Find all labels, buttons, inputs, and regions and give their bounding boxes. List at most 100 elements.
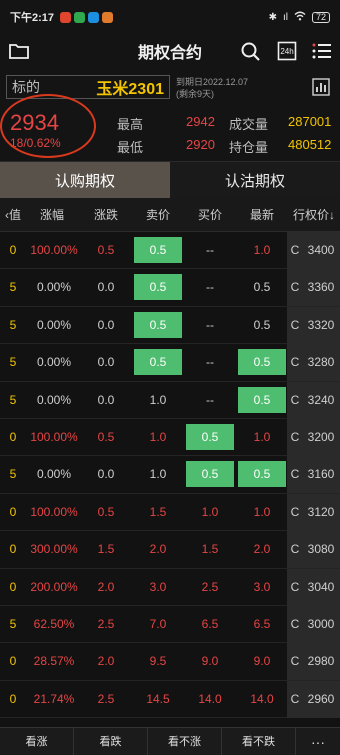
cell-option-type: C — [290, 392, 300, 407]
low-value: 2920 — [186, 137, 215, 152]
cell-last-highlight: 0.5 — [238, 461, 286, 488]
app-notification-icon — [88, 11, 100, 23]
status-bar: 下午2:17 ✱ ıl 72 — [0, 0, 340, 34]
cell-strike: 3000 — [307, 617, 335, 631]
cell-change: 0.5 — [97, 430, 115, 444]
table-row[interactable]: 5 0.00% 0.0 0.5 -- 0.5 C 3360 — [0, 269, 340, 307]
cell-bid: 1.5 — [201, 542, 219, 557]
cell-bid: -- — [206, 355, 214, 370]
cell-change-pct: 0.00% — [36, 467, 72, 482]
cell-strike: 3080 — [307, 542, 335, 557]
cell-option-type: C — [290, 691, 300, 706]
bearish-button[interactable]: 看跌 — [74, 727, 148, 755]
app-notification-icon — [74, 11, 86, 23]
table-row[interactable]: 0 300.00% 1.5 2.0 1.5 2.0 C 3080 — [0, 531, 340, 569]
cell-option-type: C — [290, 617, 300, 631]
table-row[interactable]: 5 0.00% 0.0 1.0 -- 0.5 C 3240 — [0, 381, 340, 419]
cell-change: 0.0 — [97, 355, 115, 370]
search-icon[interactable] — [240, 41, 262, 61]
cell-strike: 3360 — [307, 280, 335, 295]
cell-ask: 2.0 — [149, 542, 167, 557]
cell-change: 2.5 — [97, 691, 115, 706]
cell-value: 5 — [9, 280, 17, 295]
cell-bid: 14.0 — [198, 691, 222, 706]
not-bearish-button[interactable]: 看不跌 — [222, 727, 296, 755]
table-row[interactable]: 5 62.50% 2.5 7.0 6.5 6.5 C 3000 — [0, 606, 340, 644]
table-row[interactable]: 5 0.00% 0.0 0.5 -- 0.5 C 3320 — [0, 306, 340, 345]
table-row[interactable]: 0 200.00% 2.0 3.0 2.5 3.0 C 3040 — [0, 568, 340, 606]
cell-option-type: C — [290, 654, 300, 669]
table-row[interactable]: 0 100.00% 0.5 1.0 0.5 1.0 C 3200 — [0, 419, 340, 457]
option-type-tabs: 认购期权 认沽期权 — [0, 162, 340, 198]
cell-change-pct: 200.00% — [30, 579, 78, 594]
cell-change-pct: 21.74% — [33, 691, 75, 706]
cell-bid: -- — [206, 392, 214, 407]
24h-icon[interactable]: 24h — [277, 41, 297, 61]
bullish-button[interactable]: 看涨 — [0, 727, 74, 755]
col-header-last[interactable]: 最新 — [236, 198, 288, 232]
cell-change-pct: 0.00% — [36, 280, 72, 295]
page-title: 期权合约 — [137, 45, 202, 62]
cell-last: 0.5 — [253, 317, 271, 332]
cell-strike: 3280 — [307, 355, 335, 370]
nav-bar: 期权合约 24h — [0, 34, 340, 68]
cell-last: 9.0 — [253, 654, 271, 669]
cell-option-type: C — [290, 430, 300, 444]
tab-put-options[interactable]: 认沽期权 — [170, 162, 340, 198]
cell-value: 5 — [9, 467, 17, 482]
col-header-value[interactable]: ‹值 — [0, 198, 26, 232]
cell-strike: 3200 — [307, 430, 335, 444]
cell-bid: 1.0 — [201, 504, 219, 519]
folder-icon[interactable] — [8, 41, 30, 61]
table-row[interactable]: 0 28.57% 2.0 9.5 9.0 9.0 C 2980 — [0, 643, 340, 681]
cell-strike: 3400 — [307, 243, 335, 257]
cell-last: 3.0 — [253, 579, 271, 594]
cell-ask: 1.0 — [149, 392, 167, 407]
cell-strike: 3240 — [307, 392, 335, 407]
table-row[interactable]: 5 0.00% 0.0 1.0 0.5 0.5 C 3160 — [0, 456, 340, 494]
table-header: ‹值 涨幅 涨跌 卖价 买价 最新 行权价↓ — [0, 198, 340, 232]
table-row[interactable]: 0 100.00% 0.5 1.5 1.0 1.0 C 3120 — [0, 493, 340, 532]
low-label: 最低 — [117, 140, 144, 155]
cell-change: 2.0 — [97, 654, 115, 669]
cell-value: 5 — [9, 617, 17, 631]
more-icon[interactable]: ··· — [296, 734, 340, 750]
cell-change-pct: 0.00% — [36, 392, 72, 407]
cell-change-pct: 28.57% — [33, 654, 75, 669]
table-row[interactable]: 5 0.00% 0.0 0.5 -- 0.5 C 3280 — [0, 344, 340, 382]
col-header-change-pct[interactable]: 涨幅 — [26, 198, 78, 232]
cell-last: 1.0 — [253, 430, 271, 444]
col-header-change[interactable]: 涨跌 — [82, 198, 130, 232]
options-table: 0 100.00% 0.5 0.5 -- 1.0 C 3400 5 0.00% 0.0 0.5 -- 0.… — [0, 232, 340, 719]
cell-last: 14.0 — [250, 691, 274, 706]
menu-icon[interactable] — [311, 41, 333, 61]
cell-change: 0.0 — [97, 317, 115, 332]
cell-value: 0 — [9, 542, 17, 557]
cell-strike: 3040 — [307, 579, 335, 594]
cell-value: 5 — [9, 392, 17, 407]
cell-bid-highlight: 0.5 — [186, 461, 234, 488]
high-value: 2942 — [186, 114, 215, 129]
cell-value: 0 — [9, 504, 17, 519]
table-row[interactable]: 0 21.74% 2.5 14.5 14.0 14.0 C 2960 — [0, 680, 340, 719]
status-app-icons — [60, 11, 114, 23]
not-bullish-button[interactable]: 看不涨 — [148, 727, 222, 755]
cell-ask: 3.0 — [149, 579, 167, 594]
cell-change-pct: 100.00% — [30, 243, 78, 257]
bluetooth-icon: ✱ — [268, 11, 277, 23]
cell-strike: 2980 — [307, 654, 335, 669]
tab-call-options[interactable]: 认购期权 — [0, 162, 170, 198]
col-header-bid[interactable]: 买价 — [184, 198, 236, 232]
cell-change: 0.0 — [97, 280, 115, 295]
expiry-info: 到期日2022.12.07 (剩余9天) — [176, 76, 248, 100]
cell-bid-highlight: 0.5 — [186, 424, 234, 450]
cell-strike: 3160 — [307, 467, 335, 482]
high-label: 最高 — [117, 117, 144, 132]
table-row[interactable]: 0 100.00% 0.5 0.5 -- 1.0 C 3400 — [0, 232, 340, 270]
cell-ask: 14.5 — [146, 691, 170, 706]
cell-change-pct: 100.00% — [30, 504, 78, 519]
col-header-strike[interactable]: 行权价↓ — [288, 198, 340, 232]
chart-icon[interactable] — [312, 78, 330, 96]
col-header-ask[interactable]: 卖价 — [132, 198, 184, 232]
cell-bid: -- — [206, 243, 214, 257]
